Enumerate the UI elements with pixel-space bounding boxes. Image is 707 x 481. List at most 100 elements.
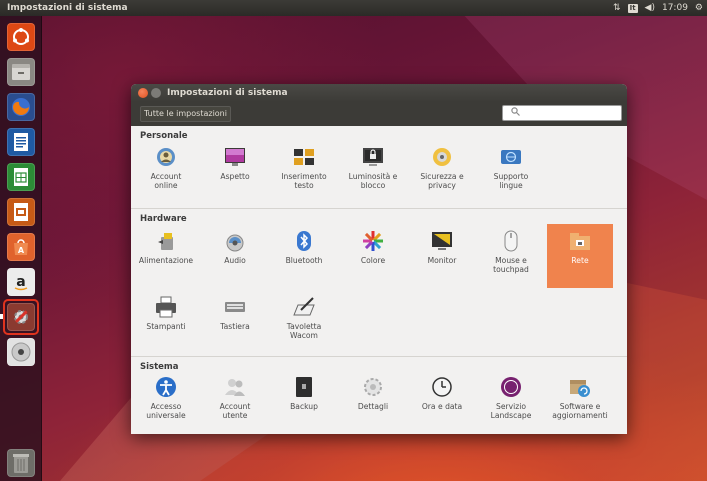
backup-icon: [293, 376, 315, 398]
settings-content: Personale Account online Aspetto Inserimen…: [131, 126, 627, 434]
volume-icon[interactable]: ◀): [645, 0, 655, 16]
settings-item-label: Audio: [224, 256, 246, 265]
bluetooth-icon: [293, 230, 315, 252]
settings-item-label: Ora e data: [421, 402, 463, 411]
settings-item-displays[interactable]: Monitor: [409, 224, 475, 288]
settings-item-label: Sicurezza e privacy: [420, 172, 464, 190]
active-app-title: Impostazioni di sistema: [7, 3, 128, 13]
settings-item-label: Luminosità e blocco: [348, 172, 398, 190]
settings-item-user-accounts[interactable]: Account utente: [202, 370, 268, 434]
settings-item-online-accounts[interactable]: Account online: [133, 140, 199, 204]
window-minimize-button[interactable]: [151, 88, 161, 98]
launcher-firefox[interactable]: [4, 90, 38, 124]
launcher-dash-home[interactable]: [4, 20, 38, 54]
settings-item-bluetooth[interactable]: Bluetooth: [271, 224, 337, 288]
session-gear-icon[interactable]: ⚙: [695, 0, 703, 16]
system-tray: ⇅ It ◀) 17:09 ⚙: [613, 0, 703, 16]
libreoffice-writer-icon: [7, 128, 35, 156]
top-panel: Impostazioni di sistema ⇅ It ◀) 17:09 ⚙: [0, 0, 707, 16]
landscape-service-icon: [500, 376, 522, 398]
network-icon: [569, 230, 591, 252]
window-toolbar: Tutte le impostazioni: [131, 102, 627, 126]
settings-item-label: Mouse e touchpad: [493, 256, 529, 274]
settings-item-label: Servizio Landscape: [490, 402, 532, 420]
universal-access-icon: [155, 376, 177, 398]
launcher: A a: [0, 16, 42, 481]
settings-item-sound[interactable]: Audio: [202, 224, 268, 288]
time-date-icon: [431, 376, 453, 398]
settings-item-security-privacy[interactable]: Sicurezza e privacy: [409, 140, 475, 204]
settings-item-wacom-tablet[interactable]: Tavoletta Wacom: [271, 290, 337, 354]
window-titlebar[interactable]: Impostazioni di sistema: [131, 84, 627, 102]
settings-item-network[interactable]: Rete: [547, 224, 613, 288]
launcher-files[interactable]: [4, 55, 38, 89]
clock[interactable]: 17:09: [662, 0, 688, 16]
settings-item-power[interactable]: Alimentazione: [133, 224, 199, 288]
launcher-software-center[interactable]: A: [4, 230, 38, 264]
dvd-drive-icon: [7, 338, 35, 366]
settings-item-color[interactable]: Colore: [340, 224, 406, 288]
libreoffice-calc-icon: [7, 163, 35, 191]
section-title-hardware: Hardware: [140, 214, 187, 224]
window-title: Impostazioni di sistema: [167, 88, 288, 98]
settings-item-label: Account online: [150, 172, 182, 190]
appearance-icon: [224, 146, 246, 168]
settings-item-backup[interactable]: Backup: [271, 370, 337, 434]
settings-item-label: Rete: [571, 256, 589, 265]
system-settings-window: Impostazioni di sistema Tutte le imposta…: [131, 84, 627, 434]
settings-item-label: Monitor: [427, 256, 457, 265]
settings-item-label: Alimentazione: [138, 256, 194, 265]
settings-item-universal-access[interactable]: Accesso universale: [133, 370, 199, 434]
displays-icon: [431, 230, 453, 252]
amazon-icon: a: [7, 268, 35, 296]
launcher-impress[interactable]: [4, 195, 38, 229]
settings-item-label: Aspetto: [220, 172, 250, 181]
settings-item-text-entry[interactable]: Inserimento testo: [271, 140, 337, 204]
search-icon: [511, 107, 520, 119]
settings-item-mouse-touchpad[interactable]: Mouse e touchpad: [478, 224, 544, 288]
files-icon: [7, 58, 35, 86]
ubuntu-software-center-icon: A: [7, 233, 35, 261]
network-indicator-icon[interactable]: ⇅: [613, 0, 621, 16]
printers-icon: [155, 296, 177, 318]
keyboard-layout-indicator[interactable]: It: [627, 3, 638, 13]
launcher-dvd[interactable]: [4, 335, 38, 369]
brightness-lock-icon: [362, 146, 384, 168]
settings-item-label: Bluetooth: [285, 256, 323, 265]
launcher-trash[interactable]: [4, 446, 38, 480]
sound-icon: [224, 230, 246, 252]
online-accounts-icon: [155, 146, 177, 168]
settings-item-label: Backup: [290, 402, 318, 411]
settings-item-label: Tavoletta Wacom: [286, 322, 322, 340]
settings-item-time-date[interactable]: Ora e data: [409, 370, 475, 434]
launcher-amazon[interactable]: a: [4, 265, 38, 299]
settings-item-brightness-lock[interactable]: Luminosità e blocco: [340, 140, 406, 204]
settings-item-printers[interactable]: Stampanti: [133, 290, 199, 354]
settings-item-label: Software e aggiornamenti: [552, 402, 608, 420]
settings-item-label: Inserimento testo: [281, 172, 327, 190]
system-settings-icon: [7, 303, 35, 331]
settings-item-landscape-service[interactable]: Servizio Landscape: [478, 370, 544, 434]
settings-item-software-updates[interactable]: Software e aggiornamenti: [547, 370, 613, 434]
dash-home-icon: [7, 23, 35, 51]
user-accounts-icon: [224, 376, 246, 398]
text-entry-icon: [293, 146, 315, 168]
launcher-writer[interactable]: [4, 125, 38, 159]
settings-item-label: Colore: [360, 256, 386, 265]
all-settings-button[interactable]: Tutte le impostazioni: [140, 106, 231, 122]
settings-item-details[interactable]: Dettagli: [340, 370, 406, 434]
settings-item-language-support[interactable]: Supporto lingue: [478, 140, 544, 204]
libreoffice-impress-icon: [7, 198, 35, 226]
svg-text:a: a: [16, 274, 25, 290]
settings-item-keyboard[interactable]: Tastiera: [202, 290, 268, 354]
window-close-button[interactable]: [138, 88, 148, 98]
section-divider: [131, 356, 627, 357]
section-divider: [131, 208, 627, 209]
settings-item-appearance[interactable]: Aspetto: [202, 140, 268, 204]
launcher-system-settings[interactable]: [0, 299, 39, 335]
security-privacy-icon: [431, 146, 453, 168]
trash-icon: [7, 449, 35, 477]
search-input[interactable]: [502, 105, 622, 121]
launcher-calc[interactable]: [4, 160, 38, 194]
settings-item-label: Tastiera: [220, 322, 250, 331]
